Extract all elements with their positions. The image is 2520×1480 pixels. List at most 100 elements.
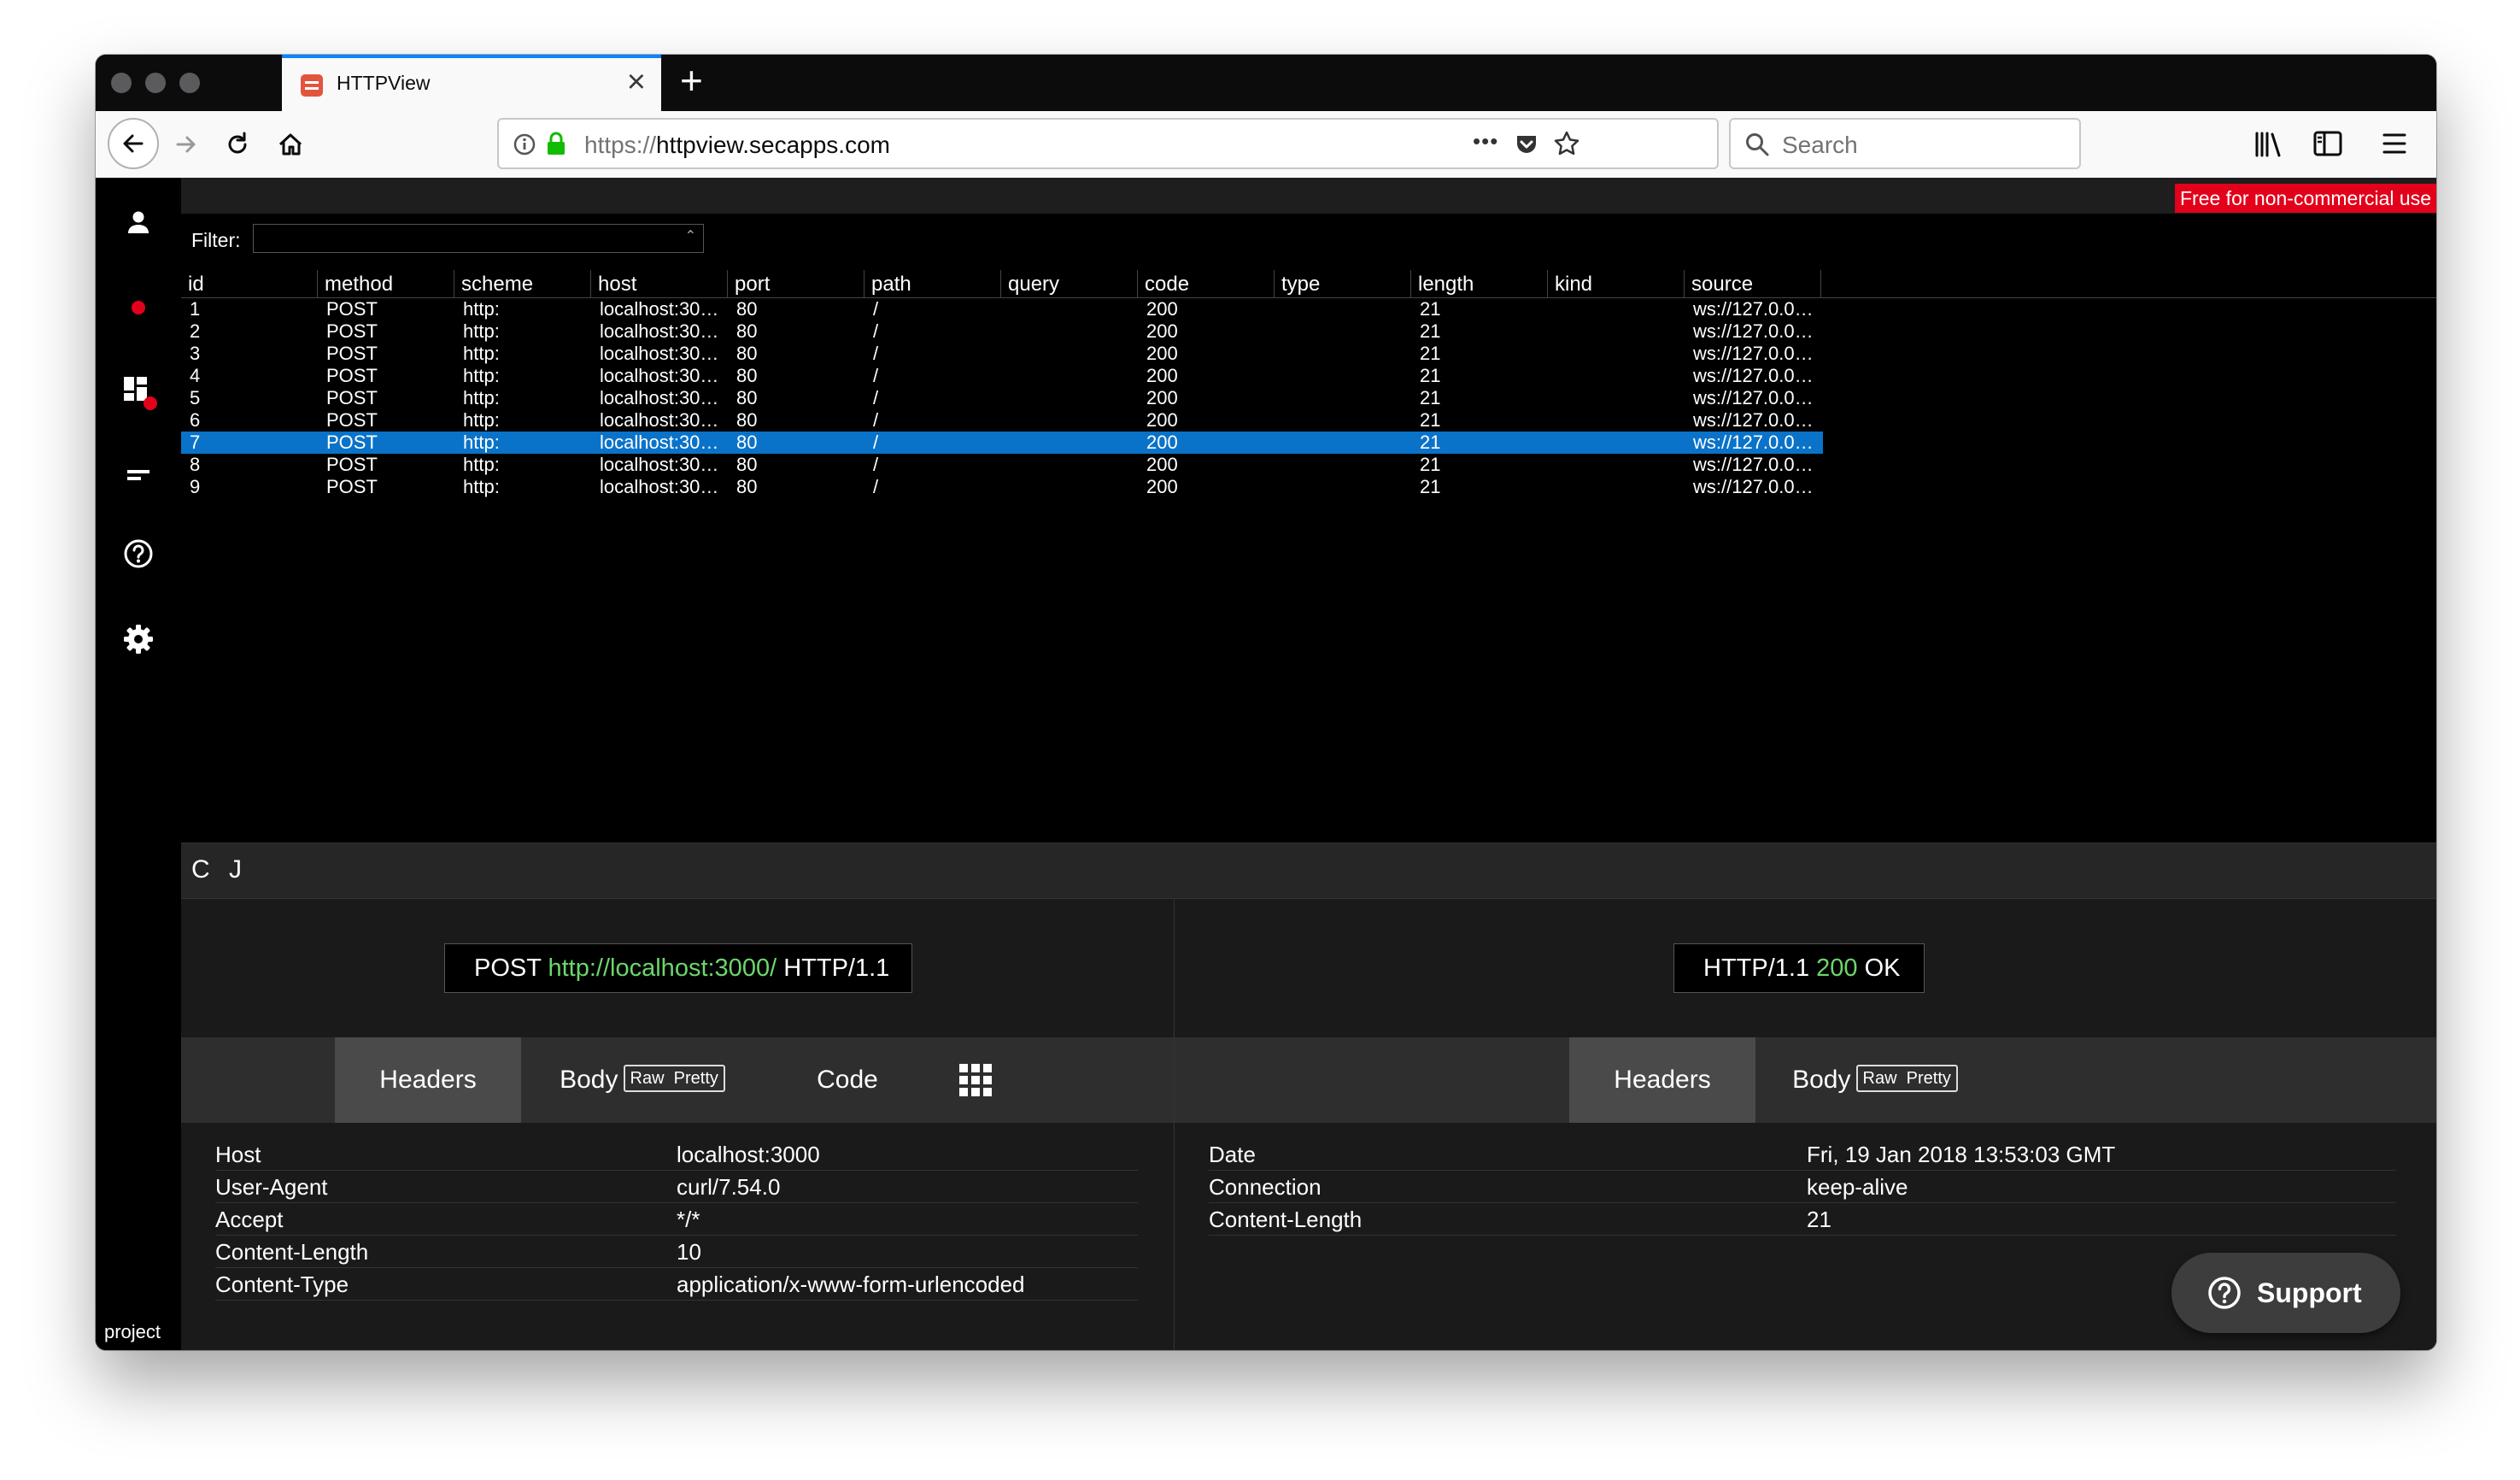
header-value: keep-alive — [1807, 1174, 1908, 1200]
column-header-scheme[interactable]: scheme — [454, 270, 591, 297]
column-header-port[interactable]: port — [728, 270, 864, 297]
header-value: application/x-www-form-urlencoded — [677, 1272, 1025, 1297]
raw-pretty-toggle[interactable]: Raw Pretty — [623, 1065, 725, 1093]
table-row[interactable]: 5 POST http: localhost:30… 80 / 200 21 ws://127.… — [181, 387, 1823, 409]
column-header-id[interactable]: id — [181, 270, 318, 297]
cell-id: 6 — [190, 409, 201, 431]
cell-host: localhost:30… — [600, 343, 719, 364]
tab-response-headers[interactable]: Headers — [1569, 1037, 1755, 1123]
browser-tab-httpview[interactable]: HTTPView × — [282, 55, 661, 111]
cell-type — [1275, 343, 1411, 365]
cell-length: 21 — [1420, 476, 1441, 497]
j-button[interactable]: J — [229, 855, 242, 884]
minimize-window-button[interactable] — [145, 73, 166, 93]
request-url[interactable]: http://localhost:3000/ — [548, 954, 777, 982]
help-button[interactable] — [118, 533, 159, 574]
table-body: 1 POST http: localhost:30… 80 / 200 21 ws://127.… — [181, 298, 2436, 498]
settings-button[interactable] — [118, 619, 159, 660]
cell-kind — [1548, 409, 1685, 432]
cell-source: ws://127.0.0… — [1693, 409, 1814, 431]
column-header-kind[interactable]: kind — [1548, 270, 1685, 297]
cell-port: 80 — [736, 343, 758, 364]
url-bar[interactable]: https://httpview.secapps.com ••• — [497, 118, 1719, 169]
pretty-toggle[interactable]: Pretty — [674, 1069, 718, 1088]
new-tab-plus-icon[interactable]: + — [680, 58, 703, 103]
header-value: localhost:3000 — [677, 1142, 820, 1167]
cell-query — [1001, 343, 1138, 365]
pocket-icon[interactable] — [1514, 132, 1539, 157]
apps-grid-button[interactable] — [950, 1037, 1001, 1123]
raw-toggle[interactable]: Raw — [1863, 1069, 1897, 1088]
column-header-type[interactable]: type — [1275, 270, 1411, 297]
user-button[interactable] — [118, 202, 159, 243]
home-button[interactable] — [268, 122, 313, 167]
cell-length: 21 — [1420, 365, 1441, 386]
sidebar-toggle-icon[interactable] — [2313, 130, 2342, 157]
column-header-length[interactable]: length — [1411, 270, 1548, 297]
project-label[interactable]: project — [104, 1321, 161, 1343]
c-button[interactable]: C — [191, 855, 210, 884]
column-header-query[interactable]: query — [1001, 270, 1138, 297]
header-row: User-Agent curl/7.54.0 — [215, 1171, 1138, 1203]
license-badge[interactable]: Free for non-commercial use — [2175, 184, 2436, 213]
header-name: Accept — [215, 1207, 284, 1232]
close-window-button[interactable] — [111, 73, 132, 93]
table-row[interactable]: 4 POST http: localhost:30… 80 / 200 21 ws://127.… — [181, 365, 1823, 387]
filter-stepper-icon[interactable]: ⌃ — [685, 227, 696, 244]
cell-host: localhost:30… — [600, 387, 719, 408]
bookmark-star-icon[interactable] — [1553, 130, 1580, 157]
table-row[interactable]: 8 POST http: localhost:30… 80 / 200 21 ws://127.… — [181, 454, 1823, 476]
dashboard-button[interactable] — [118, 371, 159, 412]
column-header-method[interactable]: method — [318, 270, 454, 297]
record-button[interactable] — [118, 287, 159, 328]
zoom-window-button[interactable] — [179, 73, 200, 93]
tab-request-headers[interactable]: Headers — [335, 1037, 521, 1123]
browser-window: HTTPView × + https://httpview.secapps.co… — [96, 55, 2436, 1350]
cell-id: 7 — [190, 432, 201, 453]
column-header-host[interactable]: host — [591, 270, 728, 297]
table-row[interactable]: 9 POST http: localhost:30… 80 / 200 21 ws://127.… — [181, 476, 1823, 498]
tab-request-code[interactable]: Code — [805, 1037, 890, 1123]
secure-lock-icon[interactable] — [545, 131, 567, 156]
cell-port: 80 — [736, 365, 758, 386]
search-bar[interactable]: Search — [1729, 118, 2081, 169]
cell-id: 2 — [190, 320, 201, 342]
table-row[interactable]: 6 POST http: localhost:30… 80 / 200 21 ws://127.… — [181, 409, 1823, 432]
page-actions-menu-icon[interactable]: ••• — [1473, 128, 1498, 155]
reload-button[interactable] — [215, 122, 260, 167]
tab-close-icon[interactable]: × — [627, 65, 646, 99]
column-header-code[interactable]: code — [1138, 270, 1275, 297]
cell-method: POST — [326, 343, 378, 364]
filter-input[interactable]: ⌃ — [253, 224, 704, 253]
cell-kind — [1548, 298, 1685, 320]
cell-path: / — [873, 298, 879, 320]
cell-method: POST — [326, 432, 378, 453]
cell-method: POST — [326, 365, 378, 386]
raw-toggle[interactable]: Raw — [630, 1069, 665, 1088]
cell-length: 21 — [1420, 343, 1441, 364]
pretty-toggle[interactable]: Pretty — [1907, 1069, 1951, 1088]
hamburger-menu-icon[interactable] — [2382, 132, 2407, 156]
table-row[interactable]: 7 POST http: localhost:30… 80 / 200 21 ws://127.… — [181, 432, 1823, 454]
cell-query — [1001, 454, 1138, 476]
back-button[interactable] — [108, 118, 159, 169]
cell-source: ws://127.0.0… — [1693, 298, 1814, 320]
column-header-source[interactable]: source — [1685, 270, 1821, 297]
main-area: Free for non-commercial use Filter: ⌃ id… — [181, 178, 2436, 1350]
table-row[interactable]: 3 POST http: localhost:30… 80 / 200 21 ws://127.… — [181, 343, 1823, 365]
tab-response-body[interactable]: Body Raw Pretty — [1781, 1037, 1969, 1123]
forward-button[interactable] — [164, 122, 208, 167]
raw-pretty-toggle[interactable]: Raw Pretty — [1855, 1065, 1958, 1093]
list-view-button[interactable] — [118, 455, 159, 496]
table-row[interactable]: 2 POST http: localhost:30… 80 / 200 21 ws://127.… — [181, 320, 1823, 343]
table-row[interactable]: 1 POST http: localhost:30… 80 / 200 21 ws://127.… — [181, 298, 1823, 320]
header-row: Content-Length 10 — [215, 1236, 1138, 1268]
cell-kind — [1548, 365, 1685, 387]
library-icon[interactable] — [2253, 130, 2284, 159]
info-icon[interactable] — [513, 132, 536, 156]
column-header-path[interactable]: path — [864, 270, 1001, 297]
support-button[interactable]: Support — [2171, 1253, 2400, 1333]
cell-scheme: http: — [463, 320, 500, 342]
tab-request-body[interactable]: Body Raw Pretty — [548, 1037, 736, 1123]
cell-code: 200 — [1146, 454, 1178, 475]
